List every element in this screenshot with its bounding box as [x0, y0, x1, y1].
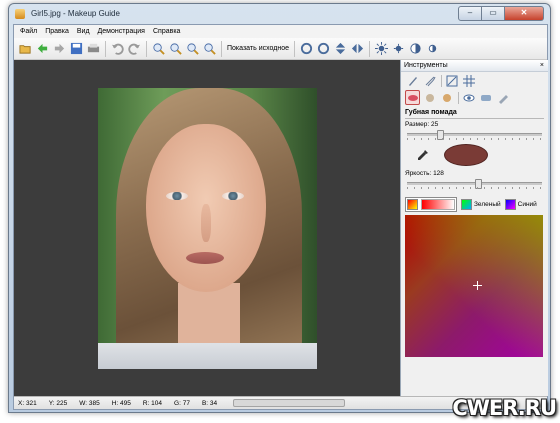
- status-h: H: 495: [111, 399, 131, 407]
- eye-tool-icon[interactable]: [461, 90, 476, 105]
- color-tabs: Зеленый Синий: [405, 196, 544, 212]
- menu-file[interactable]: Файл: [20, 28, 37, 35]
- client-area: Файл Правка Вид Демонстрация Справка Пок…: [13, 24, 548, 410]
- window-title: Girl5.jpg - Makeup Guide: [31, 9, 120, 18]
- color-swatch[interactable]: [444, 144, 488, 166]
- crosshair-icon: [473, 281, 482, 290]
- panel-close-icon[interactable]: ×: [540, 60, 544, 71]
- tab-blue-label: Синий: [517, 200, 537, 208]
- pencil-tool-icon[interactable]: [495, 90, 510, 105]
- brightness-up-icon[interactable]: [373, 41, 389, 57]
- status-g: G: 77: [174, 399, 190, 407]
- status-scrollbar[interactable]: [233, 399, 346, 407]
- image-canvas[interactable]: [14, 60, 400, 396]
- toolbar: Показать исходное: [14, 38, 547, 60]
- title-bar: Girl5.jpg - Makeup Guide – ▭ ✕: [9, 4, 550, 24]
- tab-red[interactable]: [405, 196, 457, 212]
- contrast-down-icon[interactable]: [424, 41, 440, 57]
- size-slider[interactable]: [407, 130, 542, 140]
- tab-green-label: Зеленый: [474, 200, 501, 208]
- zoom-in-icon[interactable]: [150, 41, 166, 57]
- eyedropper-icon[interactable]: [415, 148, 430, 163]
- watermark-logo: CWER.RU: [452, 396, 557, 420]
- status-w: W: 385: [79, 399, 100, 407]
- show-original-button[interactable]: Показать исходное: [225, 45, 291, 52]
- zoom-fit-icon[interactable]: [184, 41, 200, 57]
- zoom-out-icon[interactable]: [167, 41, 183, 57]
- brightness-down-icon[interactable]: [390, 41, 406, 57]
- zoom-actual-icon[interactable]: [201, 41, 217, 57]
- menu-bar: Файл Правка Вид Демонстрация Справка: [14, 25, 547, 38]
- undo-icon[interactable]: [109, 41, 125, 57]
- menu-demo[interactable]: Демонстрация: [98, 28, 145, 35]
- tools-panel-title: Инструменты: [404, 62, 448, 69]
- tools-panel: Инструменты × Губная помада Размер: 25 Я…: [400, 60, 548, 396]
- powder-tool-icon[interactable]: [439, 90, 454, 105]
- status-x: X: 321: [18, 399, 37, 407]
- flip-horizontal-icon[interactable]: [349, 41, 365, 57]
- tab-green[interactable]: Зеленый: [461, 198, 501, 210]
- lipstick-tool-icon[interactable]: [405, 90, 420, 105]
- status-y: Y: 225: [48, 399, 68, 407]
- menu-edit[interactable]: Правка: [45, 28, 69, 35]
- status-r: R: 104: [142, 399, 163, 407]
- tools-panel-header: Инструменты ×: [401, 60, 548, 72]
- save-icon[interactable]: [68, 41, 84, 57]
- blush-tool-icon[interactable]: [422, 90, 437, 105]
- brush-tool-icon[interactable]: [405, 73, 420, 88]
- rotate-right-icon[interactable]: [315, 41, 331, 57]
- color-picker[interactable]: [405, 215, 543, 357]
- contrast-up-icon[interactable]: [407, 41, 423, 57]
- forward-arrow-icon[interactable]: [51, 41, 67, 57]
- print-icon[interactable]: [85, 41, 101, 57]
- menu-view[interactable]: Вид: [77, 28, 90, 35]
- rotate-left-icon[interactable]: [298, 41, 314, 57]
- flip-vertical-icon[interactable]: [332, 41, 348, 57]
- app-window: Girl5.jpg - Makeup Guide – ▭ ✕ Файл Прав…: [8, 3, 551, 413]
- close-button[interactable]: ✕: [505, 6, 544, 21]
- status-b: B: 34: [201, 399, 218, 407]
- hair-tool-icon[interactable]: [422, 73, 437, 88]
- size-label: Размер: 25: [405, 121, 439, 128]
- section-title: Губная помада: [405, 109, 457, 116]
- back-arrow-icon[interactable]: [34, 41, 50, 57]
- eyeshadow-tool-icon[interactable]: [478, 90, 493, 105]
- grid-tool-icon[interactable]: [461, 73, 476, 88]
- brightness-label: Яркость: 128: [405, 170, 444, 177]
- app-icon: [15, 9, 25, 19]
- open-folder-icon[interactable]: [17, 41, 33, 57]
- redo-icon[interactable]: [126, 41, 142, 57]
- maximize-button[interactable]: ▭: [482, 6, 505, 21]
- minimize-button[interactable]: –: [458, 6, 482, 21]
- portrait-photo: [98, 88, 317, 369]
- crop-tool-icon[interactable]: [444, 73, 459, 88]
- brightness-slider[interactable]: [407, 179, 542, 189]
- menu-help[interactable]: Справка: [153, 28, 180, 35]
- tab-blue[interactable]: Синий: [504, 198, 537, 210]
